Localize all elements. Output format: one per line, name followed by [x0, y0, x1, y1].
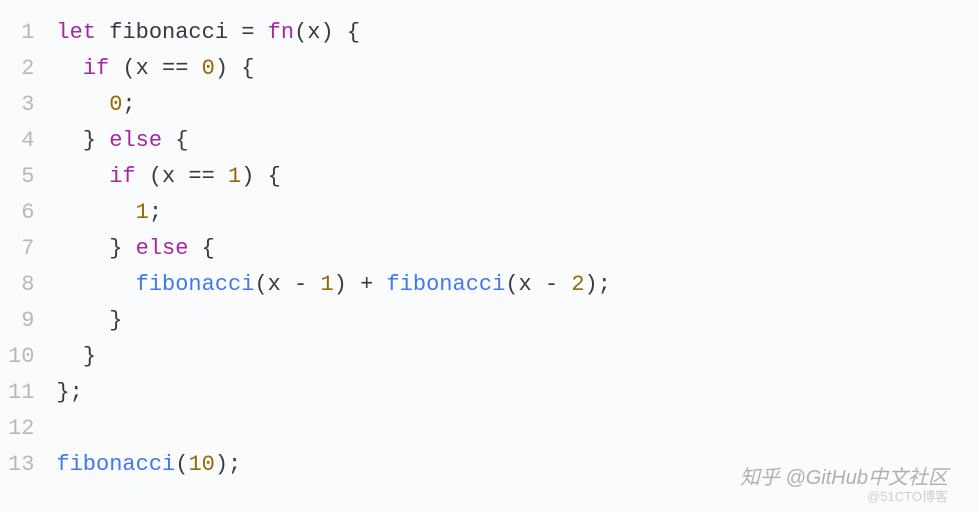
token-num: 0 [109, 92, 122, 117]
token-id: x [519, 272, 532, 297]
token-brace: } [109, 308, 122, 333]
line-number-gutter: 12345678910111213 [0, 10, 46, 488]
code-content: let fibonacci = fn(x) { if (x == 0) { 0;… [46, 10, 978, 488]
token-id: fibonacci [109, 20, 228, 45]
line-number: 7 [8, 231, 34, 267]
token-brace: { [162, 128, 188, 153]
token-fn: fibonacci [56, 452, 175, 477]
token-id: x [268, 272, 281, 297]
token-semi: ; [122, 92, 135, 117]
token-semi: ; [149, 200, 162, 225]
line-number: 5 [8, 159, 34, 195]
code-block: 12345678910111213 let fibonacci = fn(x) … [0, 10, 978, 488]
line-number: 8 [8, 267, 34, 303]
token-num: 2 [571, 272, 584, 297]
token-op: = [228, 20, 268, 45]
token-kw: if [83, 56, 123, 81]
token-kw: if [109, 164, 149, 189]
token-paren: ( [254, 272, 267, 297]
token-brace: }; [56, 380, 82, 405]
token-paren: ( [175, 452, 188, 477]
code-line: } [56, 303, 968, 339]
token-num: 1 [136, 200, 149, 225]
line-number: 1 [8, 15, 34, 51]
token-id: x [136, 56, 149, 81]
code-line: if (x == 0) { [56, 51, 968, 87]
token-brace: { [228, 56, 254, 81]
code-line [56, 411, 968, 447]
code-line: if (x == 1) { [56, 159, 968, 195]
code-line: fibonacci(x - 1) + fibonacci(x - 2); [56, 267, 968, 303]
token-num: 1 [320, 272, 333, 297]
token-paren: ( [294, 20, 307, 45]
line-number: 11 [8, 375, 34, 411]
token-op: - [281, 272, 321, 297]
token-id: x [307, 20, 320, 45]
token-paren: ) [215, 56, 228, 81]
token-kw: else [136, 236, 189, 261]
line-number: 9 [8, 303, 34, 339]
line-number: 3 [8, 87, 34, 123]
token-op: == [149, 56, 202, 81]
token-op: - [532, 272, 572, 297]
token-fn: fibonacci [136, 272, 255, 297]
token-brace: } [83, 128, 109, 153]
token-paren: ( [505, 272, 518, 297]
code-line: fibonacci(10); [56, 447, 968, 483]
token-paren: ) [585, 272, 598, 297]
token-paren: ) [215, 452, 228, 477]
line-number: 4 [8, 123, 34, 159]
token-paren: ( [149, 164, 162, 189]
token-num: 1 [228, 164, 241, 189]
token-op: == [175, 164, 228, 189]
token-paren: ) [320, 20, 333, 45]
token-op: + [347, 272, 387, 297]
token-paren: ( [122, 56, 135, 81]
token-semi: ; [598, 272, 611, 297]
token-num: 10 [188, 452, 214, 477]
token-brace: { [254, 164, 280, 189]
code-line: } else { [56, 123, 968, 159]
code-line: } [56, 339, 968, 375]
line-number: 12 [8, 411, 34, 447]
token-paren: ) [334, 272, 347, 297]
token-paren: ) [241, 164, 254, 189]
code-line: 0; [56, 87, 968, 123]
code-line: }; [56, 375, 968, 411]
token-brace: } [83, 344, 96, 369]
token-semi: ; [228, 452, 241, 477]
token-kw: fn [268, 20, 294, 45]
token-brace: { [334, 20, 360, 45]
token-kw: else [109, 128, 162, 153]
token-brace: } [109, 236, 135, 261]
token-fn: fibonacci [386, 272, 505, 297]
line-number: 6 [8, 195, 34, 231]
line-number: 10 [8, 339, 34, 375]
code-line: 1; [56, 195, 968, 231]
line-number: 13 [8, 447, 34, 483]
code-line: let fibonacci = fn(x) { [56, 15, 968, 51]
code-line: } else { [56, 231, 968, 267]
token-kw: let [56, 20, 109, 45]
watermark-secondary: @51CTO博客 [867, 487, 948, 508]
token-brace: { [188, 236, 214, 261]
token-id: x [162, 164, 175, 189]
line-number: 2 [8, 51, 34, 87]
token-num: 0 [202, 56, 215, 81]
